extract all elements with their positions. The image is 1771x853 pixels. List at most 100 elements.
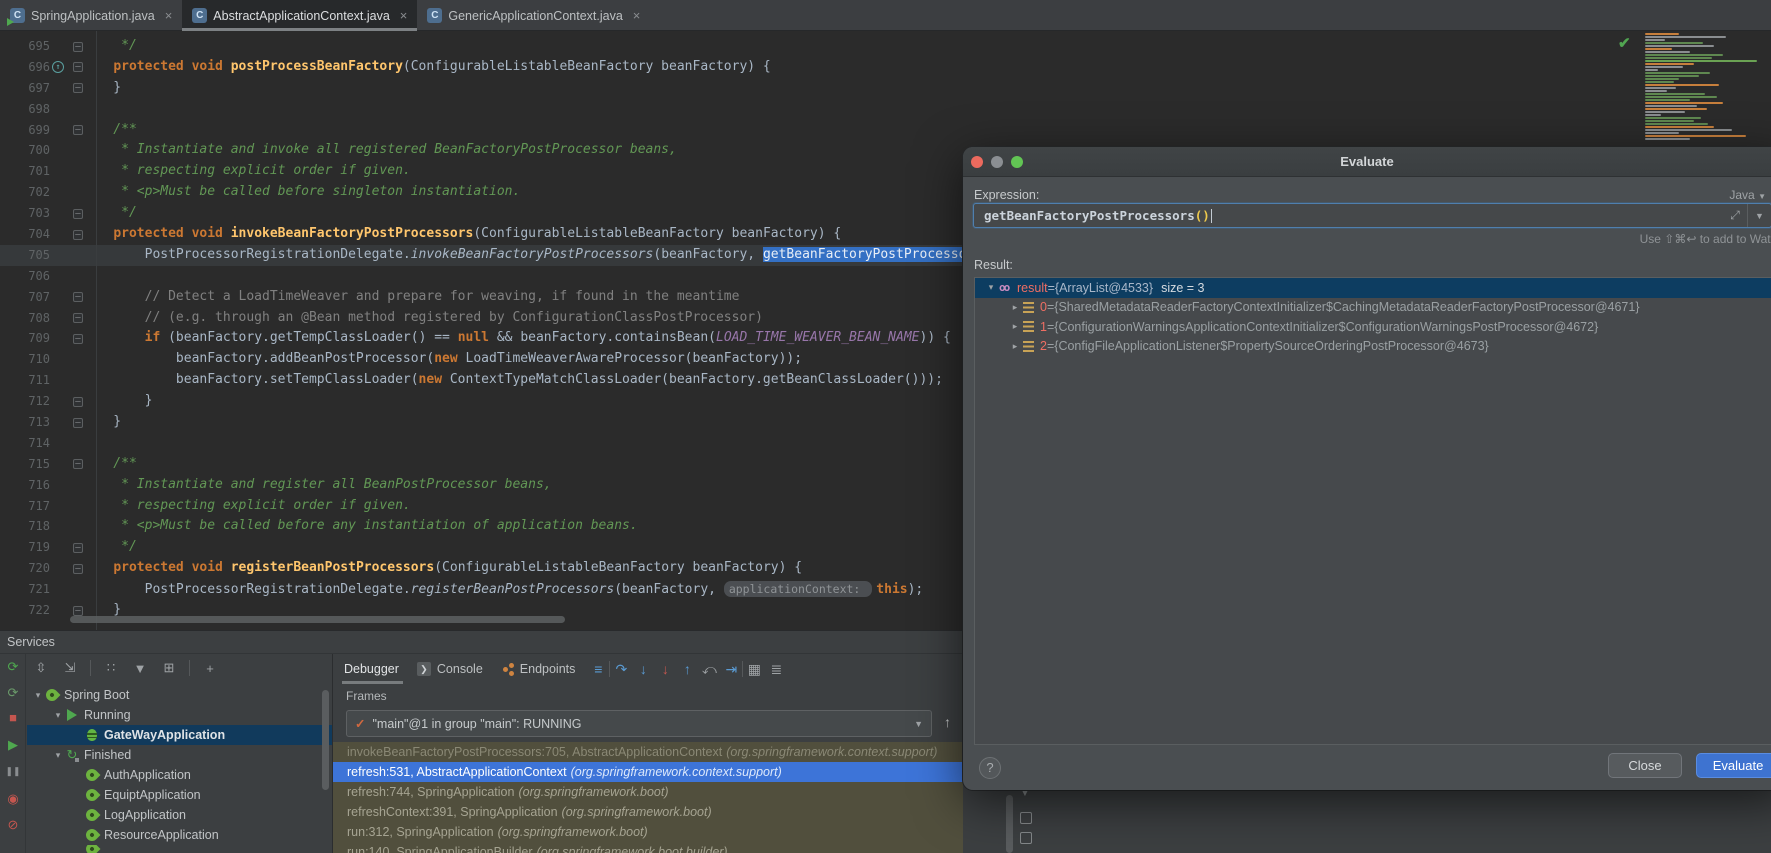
fold-marker-icon[interactable]: – [73, 397, 83, 407]
filter-icon[interactable]: ▼ [131, 661, 149, 676]
frame-row[interactable]: run:140, SpringApplicationBuilder (org.s… [333, 842, 963, 853]
line-number[interactable]: 717 [8, 496, 50, 517]
line-number[interactable]: 721 [8, 579, 50, 600]
stop-button[interactable]: ■ [4, 708, 22, 726]
step-over-icon[interactable]: ↷ [610, 661, 632, 678]
add-service-icon[interactable]: + [201, 661, 219, 676]
close-icon[interactable]: × [400, 8, 408, 23]
code-line[interactable]: 699– /** [0, 120, 1771, 141]
group-by-icon[interactable]: ∷ [102, 660, 120, 676]
fold-marker-icon[interactable]: – [73, 209, 83, 219]
result-row[interactable]: ▸2 = {ConfigFileApplicationListener$Prop… [975, 337, 1771, 357]
line-number[interactable]: 706 [8, 266, 50, 287]
services-tree-item[interactable] [27, 845, 332, 853]
frame-row[interactable]: run:312, SpringApplication (org.springfr… [333, 822, 963, 842]
services-tree-item[interactable]: ▾Spring Boot [27, 685, 332, 705]
close-button[interactable]: Close [1608, 753, 1682, 778]
editor-tab[interactable]: CAbstractApplicationContext.java× [182, 0, 417, 31]
fold-marker-icon[interactable]: – [73, 313, 83, 323]
line-number[interactable]: 703 [8, 203, 50, 224]
force-step-into-icon[interactable]: ↓ [654, 661, 676, 677]
services-tree-item[interactable]: ▾↻Finished [27, 745, 332, 765]
expression-history-icon[interactable]: ▼ [1747, 204, 1771, 227]
result-row[interactable]: ▸1 = {ConfigurationWarningsApplicationCo… [975, 317, 1771, 337]
line-number[interactable]: 707 [8, 287, 50, 308]
fold-marker-icon[interactable]: – [73, 230, 83, 240]
frame-row[interactable]: refresh:531, AbstractApplicationContext … [333, 762, 963, 782]
top-frame-icon[interactable]: ↑ [944, 714, 951, 730]
line-number[interactable]: 711 [8, 370, 50, 391]
frame-row[interactable]: refreshContext:391, SpringApplication (o… [333, 802, 963, 822]
evaluate-expression-icon[interactable]: ▦ [743, 661, 765, 678]
line-number[interactable]: 698 [8, 99, 50, 120]
layout-settings-icon[interactable]: ≣ [765, 661, 787, 678]
dialog-title-bar[interactable]: Evaluate [963, 147, 1771, 177]
override-method-icon[interactable]: ↑ [52, 61, 64, 73]
collapse-all-icon[interactable]: ⇲ [61, 660, 79, 676]
services-tree-item[interactable]: EquiptApplication [27, 785, 332, 805]
chevron-right-icon[interactable]: ▸ [1007, 341, 1023, 352]
line-number[interactable]: 709 [8, 328, 50, 349]
line-number[interactable]: 720 [8, 558, 50, 579]
expand-editor-icon[interactable]: ⤢ [1723, 208, 1747, 223]
line-number[interactable]: 700 [8, 140, 50, 161]
step-out-icon[interactable]: ↑ [676, 661, 698, 677]
code-line[interactable]: 695– */ [0, 36, 1771, 57]
editor-tab[interactable]: CSpringApplication.java× [0, 0, 182, 31]
variables-panel-icon[interactable] [1020, 812, 1032, 824]
step-into-icon[interactable]: ↓ [632, 661, 654, 677]
line-number[interactable]: 713 [8, 412, 50, 433]
rerun-button[interactable]: ⟳ [4, 658, 22, 676]
line-number[interactable]: 712 [8, 391, 50, 412]
tab-endpoints[interactable]: Endpoints [495, 655, 588, 683]
line-number[interactable]: 696 [8, 57, 50, 78]
chevron-down-icon[interactable]: ▾ [983, 282, 999, 293]
thread-selector[interactable]: ✓ "main"@1 in group "main": RUNNING ▼ [346, 710, 932, 737]
rerun-debug-button[interactable]: ⟳ [4, 684, 22, 702]
frame-row[interactable]: refresh:744, SpringApplication (org.spri… [333, 782, 963, 802]
line-number[interactable]: 705 [8, 245, 50, 266]
fold-marker-icon[interactable]: – [73, 42, 83, 52]
code-line[interactable]: 696–↑ protected void postProcessBeanFact… [0, 57, 1771, 78]
services-tree-item[interactable]: LogApplication [27, 805, 332, 825]
fold-marker-icon[interactable]: – [73, 334, 83, 344]
line-number[interactable]: 719 [8, 537, 50, 558]
fold-marker-icon[interactable]: – [73, 83, 83, 93]
editor-horizontal-scrollbar[interactable] [70, 616, 565, 623]
services-tree-item[interactable]: ▾Running [27, 705, 332, 725]
add-frame-icon[interactable]: ⊞ [160, 660, 178, 676]
tab-console[interactable]: ❯Console [411, 655, 495, 683]
expand-all-icon[interactable]: ⇳ [32, 660, 50, 676]
view-breakpoints-button[interactable]: ◉ [4, 790, 22, 808]
line-number[interactable]: 697 [8, 78, 50, 99]
evaluate-button[interactable]: Evaluate [1696, 753, 1771, 778]
services-tree-item[interactable]: AuthApplication [27, 765, 332, 785]
help-button[interactable]: ? [979, 757, 1001, 779]
fold-marker-icon[interactable]: – [73, 125, 83, 135]
chevron-right-icon[interactable]: ▸ [1007, 302, 1023, 313]
line-number[interactable]: 695 [8, 36, 50, 57]
frame-row[interactable]: invokeBeanFactoryPostProcessors:705, Abs… [333, 742, 963, 762]
drop-frame-icon[interactable]: ⤺ [698, 661, 720, 678]
chevron-down-icon[interactable]: ▾ [51, 750, 65, 761]
result-row[interactable]: ▸0 = {SharedMetadataReaderFactoryContext… [975, 298, 1771, 318]
result-row[interactable]: ▾ooresult = {ArrayList@4533}size = 3 [975, 278, 1771, 298]
line-number[interactable]: 699 [8, 120, 50, 141]
chevron-down-icon[interactable]: ▾ [31, 690, 45, 701]
line-number[interactable]: 701 [8, 161, 50, 182]
line-number[interactable]: 710 [8, 349, 50, 370]
hamburger-icon[interactable]: ≡ [587, 661, 609, 677]
services-tree-item[interactable]: GateWayApplication [27, 725, 332, 745]
code-line[interactable]: 698 [0, 99, 1771, 120]
line-number[interactable]: 718 [8, 516, 50, 537]
close-icon[interactable]: × [633, 8, 641, 23]
line-number[interactable]: 716 [8, 475, 50, 496]
line-number[interactable]: 704 [8, 224, 50, 245]
resume-button[interactable]: ▶ [4, 736, 22, 754]
mute-breakpoints-button[interactable]: ⊘ [4, 816, 22, 834]
fold-marker-icon[interactable]: – [73, 606, 83, 616]
line-number[interactable]: 702 [8, 182, 50, 203]
run-to-cursor-icon[interactable]: ⇥ [720, 661, 742, 678]
fold-marker-icon[interactable]: – [73, 418, 83, 428]
chevron-right-icon[interactable]: ▸ [1007, 321, 1023, 332]
